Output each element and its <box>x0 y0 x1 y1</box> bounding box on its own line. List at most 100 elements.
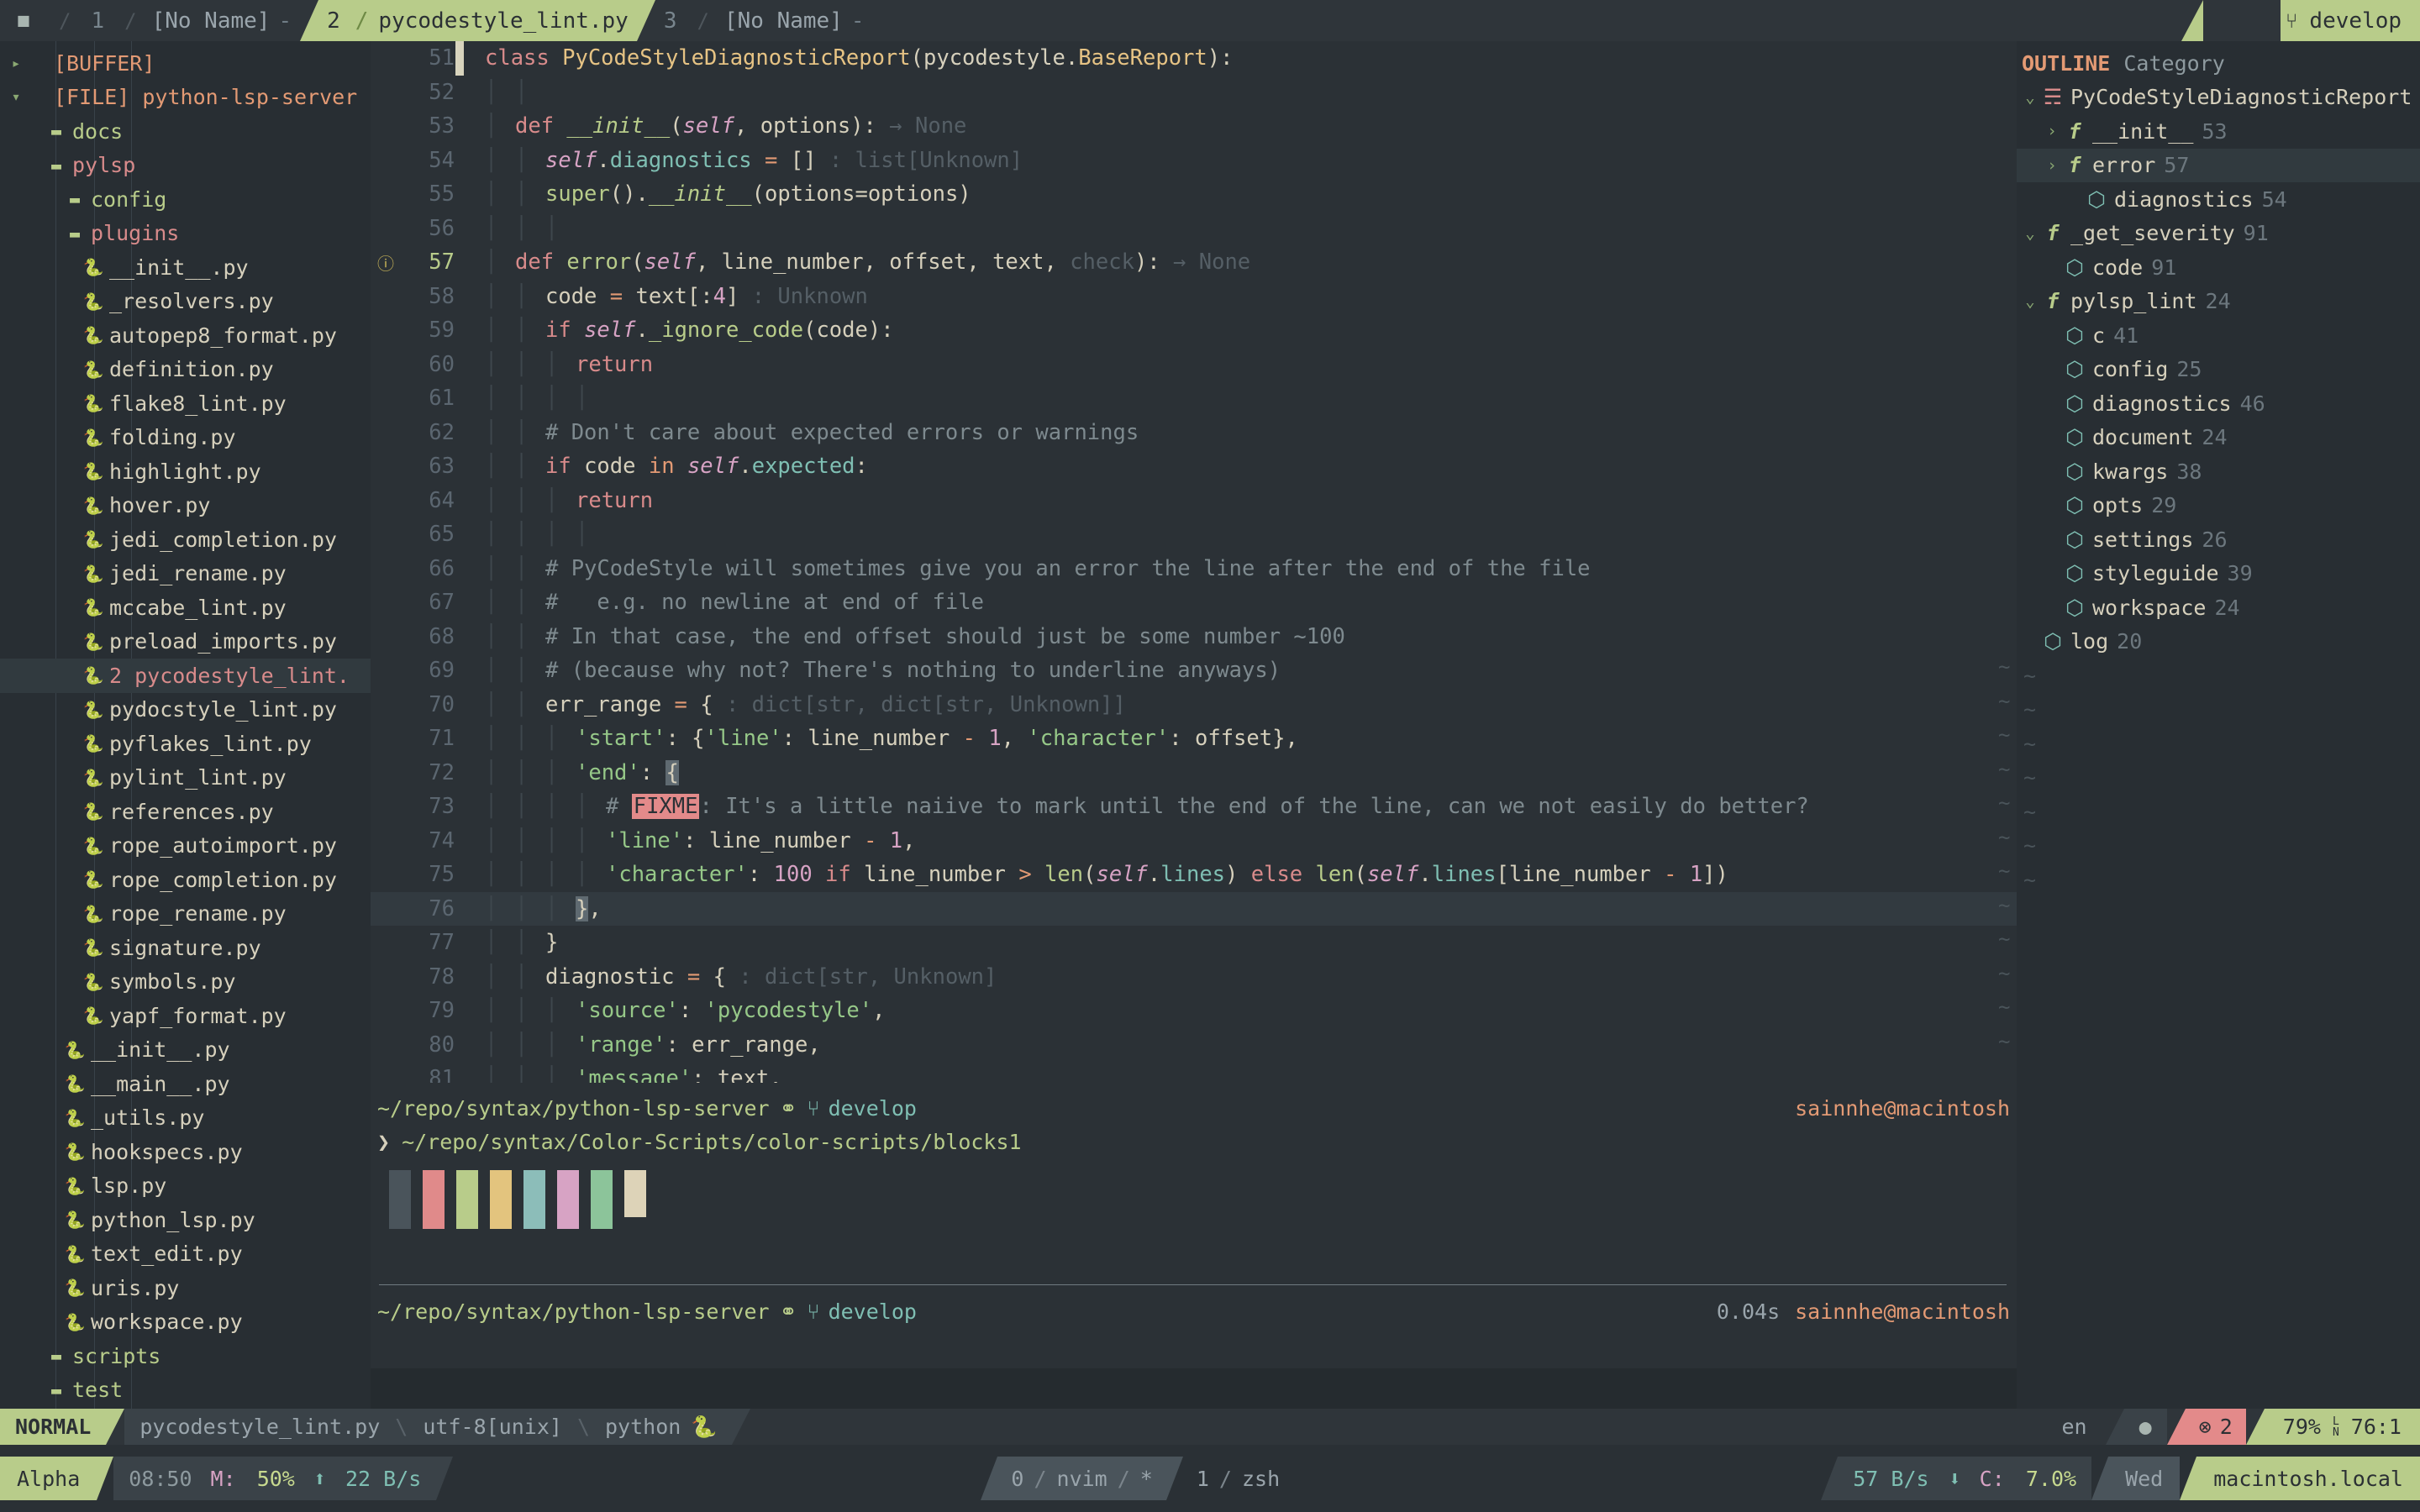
file-tree-item[interactable]: 🐍 references.py <box>0 795 371 829</box>
file-tree-item[interactable]: 🐍 text_edit.py <box>0 1237 371 1272</box>
file-tree-item[interactable]: 🐍 yapf_format.py <box>0 999 371 1033</box>
code-editor[interactable]: 51 class PyCodeStyleDiagnosticReport(pyco… <box>371 41 2017 1083</box>
file-tree-item[interactable]: ▬ config <box>0 182 371 217</box>
file-tree-item[interactable]: 🐍 rope_rename.py <box>0 897 371 932</box>
file-tree-item[interactable]: ▬ plugins <box>0 217 371 251</box>
editor-line[interactable]: 62# Don't care about expected errors or … <box>371 416 2017 450</box>
editor-line[interactable]: 70err_range = { : dict[str, dict[str, Un… <box>371 688 2017 722</box>
file-tree-item[interactable]: 🐍 jedi_completion.py <box>0 522 371 557</box>
editor-line[interactable]: 69# (because why not? There's nothing to… <box>371 654 2017 688</box>
editor-line[interactable]: 77} <box>371 926 2017 960</box>
editor-line[interactable]: 71'start': {'line': line_number - 1, 'ch… <box>371 722 2017 756</box>
outline-item[interactable]: › f __init__ 53 <box>2017 114 2420 149</box>
file-tree-item[interactable]: 🐍 flake8_lint.py <box>0 386 371 421</box>
file-tree-item[interactable]: 🐍 pyflakes_lint.py <box>0 727 371 761</box>
outline-item[interactable]: › f error 57 <box>2017 148 2420 182</box>
file-tree-item[interactable]: 🐍 folding.py <box>0 421 371 455</box>
file-tree-item[interactable]: 🐍 __init__.py <box>0 250 371 285</box>
editor-line[interactable]: 80'range': err_range, <box>371 1028 2017 1063</box>
tmux-session-name[interactable]: Alpha <box>0 1457 97 1500</box>
editor-line[interactable]: ⓘ 57def error(self, line_number, offset, … <box>371 245 2017 280</box>
editor-line[interactable]: 73# FIXME: It's a little naiive to mark … <box>371 790 2017 824</box>
file-tree-item[interactable]: 🐍 python_lsp.py <box>0 1203 371 1237</box>
file-tree-item[interactable]: 🐍 mccabe_lint.py <box>0 591 371 625</box>
outline-item[interactable]: ⌄ f _get_severity 91 <box>2017 217 2420 251</box>
file-explorer[interactable]: ▸ [BUFFER] ▾ [FILE] python-lsp-server ~/r ▬ d… <box>0 41 371 1409</box>
file-tree-item[interactable]: 🐍 _resolvers.py <box>0 285 371 319</box>
terminal-pane[interactable]: ~/repo/syntax/python-lsp-server ⚭ ⑂ deve… <box>371 1083 2017 1368</box>
outline-item[interactable]: ⬡ log 20 <box>2017 625 2420 659</box>
file-tree-item[interactable]: 🐍 signature.py <box>0 931 371 965</box>
chevron-icon[interactable]: ▾ <box>7 88 25 106</box>
chevron-icon[interactable]: › <box>2042 156 2062 175</box>
file-tree-item[interactable]: 🐍 autopep8_format.py <box>0 318 371 353</box>
file-tree-item[interactable]: ▸ [BUFFER] <box>0 46 371 81</box>
git-branch-badge[interactable]: ⑂ develop <box>2281 0 2420 41</box>
outline-item[interactable]: ⬡ code 91 <box>2017 250 2420 285</box>
editor-line[interactable]: 60return <box>371 348 2017 382</box>
file-tree-item[interactable]: 🐍 rope_autoimport.py <box>0 829 371 864</box>
editor-line[interactable]: 64return <box>371 484 2017 518</box>
file-tree-item[interactable]: 🐍 highlight.py <box>0 454 371 489</box>
file-tree-item[interactable]: ▬ scripts <box>0 1339 371 1373</box>
file-tree-item[interactable]: 🐍 pydocstyle_lint.py <box>0 693 371 727</box>
file-tree-item[interactable]: ▬ test <box>0 1373 371 1408</box>
status-filename[interactable]: pycodestyle_lint.py <box>124 1409 396 1445</box>
editor-line[interactable]: 66# PyCodeStyle will sometimes give you … <box>371 552 2017 586</box>
editor-line[interactable]: 65 <box>371 517 2017 552</box>
outline-item[interactable]: ⬡ workspace 24 <box>2017 591 2420 625</box>
tab-1[interactable]: 1 / [No Name] - <box>82 0 301 41</box>
editor-line[interactable]: 67# e.g. no newline at end of file <box>371 585 2017 620</box>
editor-line[interactable]: 79'source': 'pycodestyle', <box>371 994 2017 1028</box>
outline-item[interactable]: ⬡ diagnostics 46 <box>2017 386 2420 421</box>
file-tree-item[interactable]: ▬ docs <box>0 114 371 149</box>
chevron-icon[interactable]: › <box>2042 122 2062 140</box>
file-tree-item[interactable]: 🐍 hookspecs.py <box>0 1135 371 1169</box>
file-tree-item[interactable]: 🐍 workspace.py <box>0 1305 371 1340</box>
editor-line[interactable]: 56 <box>371 212 2017 246</box>
file-tree-item[interactable]: 🐍 2 pycodestyle_lint. <box>0 659 371 693</box>
file-tree-item[interactable]: 🐍 hover.py <box>0 489 371 523</box>
chevron-icon[interactable]: ⌄ <box>2020 224 2040 243</box>
file-tree-item[interactable]: 🐍 definition.py <box>0 353 371 387</box>
editor-line[interactable]: 58code = text[:4] : Unknown <box>371 280 2017 314</box>
outline-item[interactable]: ⌄☴ PyCodeStyleDiagnosticReport51 <box>2017 81 2420 115</box>
status-diagnostics-errors[interactable]: ⊗ 2 <box>2185 1409 2246 1445</box>
file-tree-item[interactable]: 🐍 lsp.py <box>0 1169 371 1204</box>
editor-line[interactable]: 55super().__init__(options=options) <box>371 177 2017 212</box>
outline-item[interactable]: ⬡ kwargs 38 <box>2017 454 2420 489</box>
editor-line[interactable]: 51 class PyCodeStyleDiagnosticReport(pyco… <box>371 41 2017 76</box>
editor-line[interactable]: 59if self._ignore_code(code): <box>371 313 2017 348</box>
file-tree-item[interactable]: 🐍 preload_imports.py <box>0 625 371 659</box>
tmux-window-1[interactable]: 1 / zsh <box>1183 1457 1293 1500</box>
status-pomodoro[interactable]: ● <box>2123 1409 2167 1445</box>
file-tree-item[interactable]: 🐍 jedi_rename.py <box>0 557 371 591</box>
editor-line[interactable]: 53def __init__(self, options): → None <box>371 109 2017 144</box>
tab-3[interactable]: 3 / [No Name] - <box>655 0 873 41</box>
chevron-icon[interactable]: ▸ <box>7 55 25 72</box>
editor-line[interactable]: 61 <box>371 381 2017 416</box>
outline-item[interactable]: ⬡ document 24 <box>2017 421 2420 455</box>
editor-line[interactable]: 78diagnostic = { : dict[str, Unknown] <box>371 960 2017 995</box>
outline-item[interactable]: ⬡ diagnostics 54 <box>2017 182 2420 217</box>
file-tree-item[interactable]: 🐍 symbols.py <box>0 965 371 1000</box>
file-tree-item[interactable]: 🐍 __main__.py <box>0 1067 371 1101</box>
file-tree-item[interactable]: ▬ pylsp <box>0 149 371 183</box>
editor-line[interactable]: 76}, <box>371 41 2017 926</box>
outline-pane[interactable]: OUTLINE Category ⌄ ☴ PyCodeStyleDiagnostic… <box>2017 41 2420 1409</box>
chevron-icon[interactable]: ⌄ <box>2020 292 2040 311</box>
editor-line[interactable]: 68# In that case, the end offset should … <box>371 620 2017 654</box>
outline-item[interactable]: ⬡ settings 26 <box>2017 522 2420 557</box>
file-tree-item[interactable]: 🐍 pylint_lint.py <box>0 761 371 795</box>
file-tree-item[interactable]: 🐍 rope_completion.py <box>0 863 371 897</box>
outline-item[interactable]: ⌄ f pylsp_lint 24 <box>2017 285 2420 319</box>
editor-line[interactable]: 72'end': { <box>371 756 2017 790</box>
outline-item[interactable]: ⬡ config 25 <box>2017 353 2420 387</box>
editor-line[interactable]: 54self.diagnostics = [] : list[Unknown] <box>371 144 2017 178</box>
file-tree-item[interactable]: ▾ [FILE] python-lsp-server ~/r <box>0 81 371 115</box>
editor-line[interactable]: 52 <box>371 76 2017 110</box>
chevron-icon[interactable]: ⌄ <box>2020 88 2040 107</box>
outline-item[interactable]: ⬡ styleguide 39 <box>2017 557 2420 591</box>
editor-line[interactable]: 63if code in self.expected: <box>371 449 2017 484</box>
editor-line[interactable]: 74'line': line_number - 1, <box>371 824 2017 858</box>
